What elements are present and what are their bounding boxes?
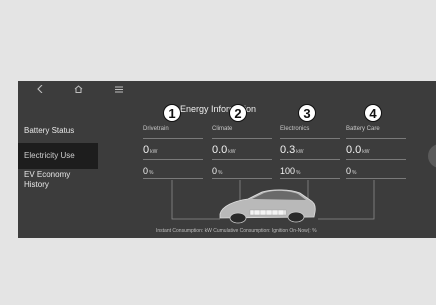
- consumption-caption: Instant Consumption: kW Cumulative Consu…: [156, 228, 317, 234]
- callout-badge-4: 4: [364, 104, 382, 122]
- callout-badge-3: 3: [298, 104, 316, 122]
- car-illustration-icon: [219, 189, 316, 224]
- callout-badge-2: 2: [229, 104, 247, 122]
- callout-badge-1: 1: [163, 104, 181, 122]
